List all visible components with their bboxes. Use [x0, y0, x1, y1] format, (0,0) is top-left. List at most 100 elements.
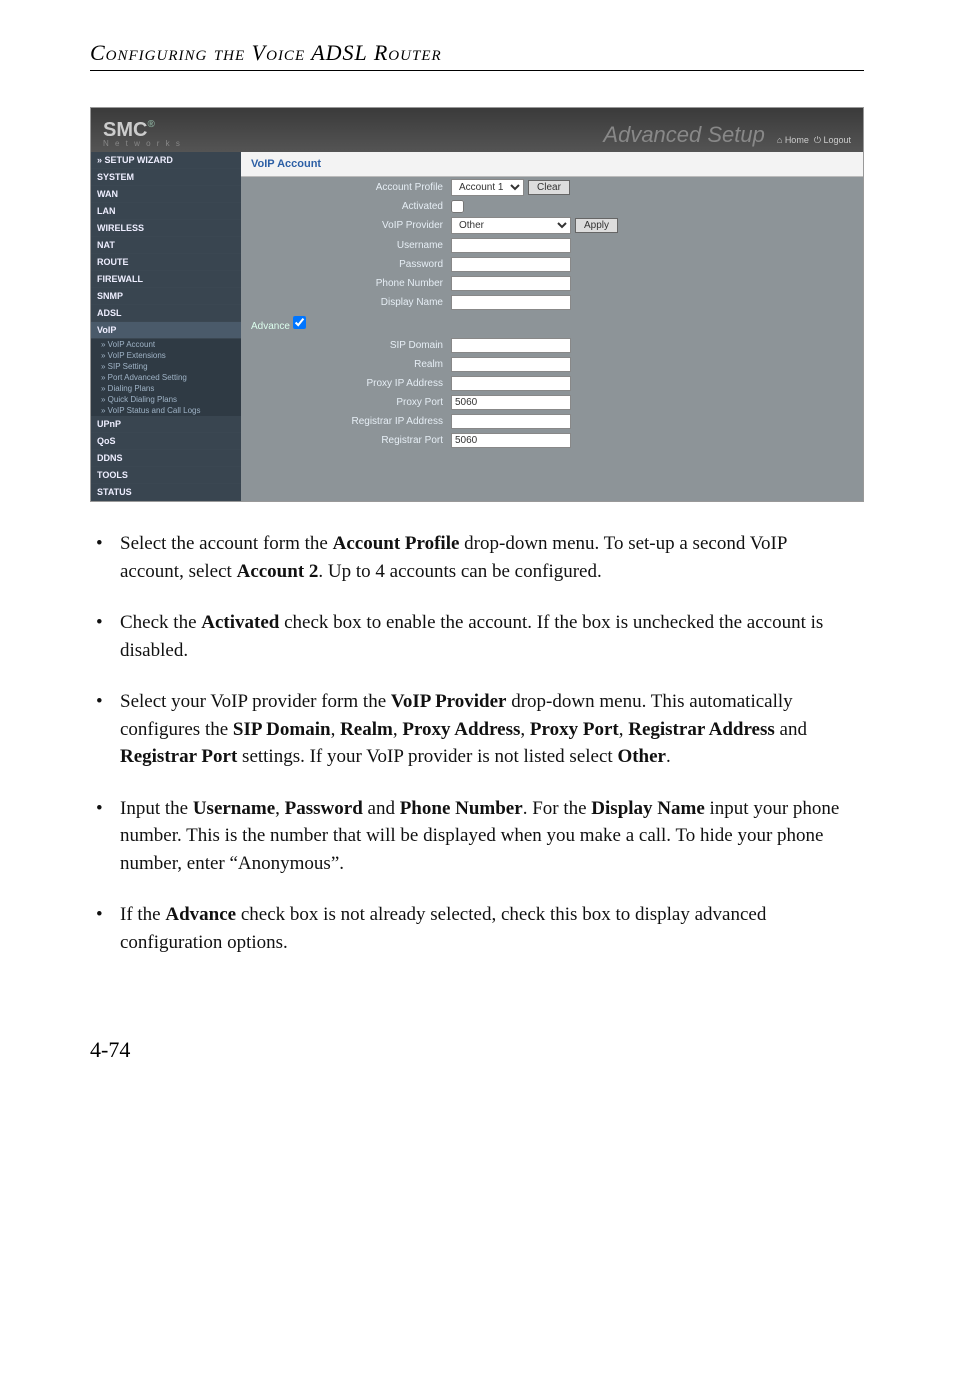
proxy-ip-input[interactable]	[451, 376, 571, 391]
advance-checkbox[interactable]	[293, 316, 306, 329]
nav-voip[interactable]: VoIP	[91, 322, 241, 339]
row-account-profile: Account Profile Account 1 Clear	[241, 177, 863, 198]
text-bold: Registrar Address	[628, 719, 775, 740]
text: Check the	[120, 612, 201, 633]
smc-logo: SMC® N e t w o r k s	[103, 120, 182, 148]
text-bold: Account Profile	[333, 533, 460, 554]
text-bold: Display Name	[591, 798, 704, 819]
main-panel: VoIP Account Account Profile Account 1 C…	[241, 152, 863, 501]
label-realm: Realm	[241, 359, 451, 370]
header-rule	[90, 70, 864, 71]
row-display-name: Display Name	[241, 293, 863, 312]
label-account-profile: Account Profile	[241, 182, 451, 193]
clear-button[interactable]: Clear	[528, 180, 570, 195]
bullet-2: Check the Activated check box to enable …	[120, 609, 854, 664]
text: . For the	[523, 798, 592, 819]
text: Input the	[120, 798, 193, 819]
sidebar-nav: » SETUP WIZARD SYSTEM WAN LAN WIRELESS N…	[91, 152, 241, 501]
row-registrar-port: Registrar Port	[241, 431, 863, 450]
label-voip-provider: VoIP Provider	[241, 220, 451, 231]
text: ,	[393, 719, 403, 740]
nav-sip-setting[interactable]: » SIP Setting	[91, 361, 241, 372]
proxy-port-input[interactable]	[451, 395, 571, 410]
nav-voip-ext[interactable]: » VoIP Extensions	[91, 350, 241, 361]
reg-mark: ®	[147, 119, 154, 130]
nav-status[interactable]: STATUS	[91, 484, 241, 501]
text: If the	[120, 904, 165, 925]
nav-firewall[interactable]: FIREWALL	[91, 271, 241, 288]
text: .	[666, 746, 671, 767]
logo-subtext: N e t w o r k s	[103, 140, 182, 148]
label-proxy-port: Proxy Port	[241, 397, 451, 408]
nav-quick-dialing[interactable]: » Quick Dialing Plans	[91, 394, 241, 405]
page-number: 4-74	[90, 1037, 864, 1063]
nav-lan[interactable]: LAN	[91, 203, 241, 220]
label-advance: Advance	[251, 321, 290, 332]
text: and	[363, 798, 400, 819]
text-bold: Other	[617, 746, 666, 767]
label-activated: Activated	[241, 201, 451, 212]
registrar-port-input[interactable]	[451, 433, 571, 448]
bullet-1: Select the account form the Account Prof…	[120, 530, 854, 585]
text-bold: Account 2	[237, 561, 319, 582]
nav-setup-wizard[interactable]: » SETUP WIZARD	[91, 152, 241, 169]
row-voip-provider: VoIP Provider Other Apply	[241, 215, 863, 236]
label-proxy-ip: Proxy IP Address	[241, 378, 451, 389]
nav-route[interactable]: ROUTE	[91, 254, 241, 271]
logo-text: SMC	[103, 119, 147, 141]
account-profile-select[interactable]: Account 1	[451, 179, 524, 196]
logout-link[interactable]: Logout	[823, 135, 851, 145]
text-bold: SIP Domain	[233, 719, 331, 740]
brand-right-text: Advanced Setup	[603, 122, 764, 148]
text-bold: Advance	[165, 904, 236, 925]
nav-nat[interactable]: NAT	[91, 237, 241, 254]
phone-number-input[interactable]	[451, 276, 571, 291]
row-username: Username	[241, 236, 863, 255]
bullet-3: Select your VoIP provider form the VoIP …	[120, 688, 854, 771]
text-bold: Proxy Address	[402, 719, 520, 740]
nav-voip-status[interactable]: » VoIP Status and Call Logs	[91, 405, 241, 416]
apply-button[interactable]: Apply	[575, 218, 618, 233]
nav-dialing-plans[interactable]: » Dialing Plans	[91, 383, 241, 394]
text-bold: Activated	[201, 612, 279, 633]
label-registrar-ip: Registrar IP Address	[241, 416, 451, 427]
text: ,	[520, 719, 530, 740]
row-sip-domain: SIP Domain	[241, 336, 863, 355]
nav-adsl[interactable]: ADSL	[91, 305, 241, 322]
realm-input[interactable]	[451, 357, 571, 372]
label-password: Password	[241, 259, 451, 270]
label-display-name: Display Name	[241, 297, 451, 308]
nav-ddns[interactable]: DDNS	[91, 450, 241, 467]
nav-tools[interactable]: TOOLS	[91, 467, 241, 484]
voip-provider-select[interactable]: Other	[451, 217, 571, 234]
row-proxy-port: Proxy Port	[241, 393, 863, 412]
activated-checkbox[interactable]	[451, 200, 464, 213]
screenshot-body: » SETUP WIZARD SYSTEM WAN LAN WIRELESS N…	[91, 152, 863, 501]
nav-snmp[interactable]: SNMP	[91, 288, 241, 305]
nav-voip-account[interactable]: » VoIP Account	[91, 339, 241, 350]
bullet-5: If the Advance check box is not already …	[120, 901, 854, 956]
nav-system[interactable]: SYSTEM	[91, 169, 241, 186]
home-icon[interactable]: ⌂	[777, 135, 785, 145]
router-screenshot: SMC® N e t w o r k s Advanced Setup ⌂ Ho…	[90, 107, 864, 502]
row-proxy-ip: Proxy IP Address	[241, 374, 863, 393]
nav-port-adv[interactable]: » Port Advanced Setting	[91, 372, 241, 383]
row-password: Password	[241, 255, 863, 274]
display-name-input[interactable]	[451, 295, 571, 310]
text: ,	[331, 719, 341, 740]
label-registrar-port: Registrar Port	[241, 435, 451, 446]
text: ,	[275, 798, 285, 819]
nav-qos[interactable]: QoS	[91, 433, 241, 450]
registrar-ip-input[interactable]	[451, 414, 571, 429]
nav-upnp[interactable]: UPnP	[91, 416, 241, 433]
home-link[interactable]: Home	[785, 135, 809, 145]
nav-wan[interactable]: WAN	[91, 186, 241, 203]
nav-wireless[interactable]: WIRELESS	[91, 220, 241, 237]
row-activated: Activated	[241, 198, 863, 215]
sip-domain-input[interactable]	[451, 338, 571, 353]
label-username: Username	[241, 240, 451, 251]
text-bold: VoIP Provider	[391, 691, 507, 712]
username-input[interactable]	[451, 238, 571, 253]
label-sip-domain: SIP Domain	[241, 340, 451, 351]
password-input[interactable]	[451, 257, 571, 272]
